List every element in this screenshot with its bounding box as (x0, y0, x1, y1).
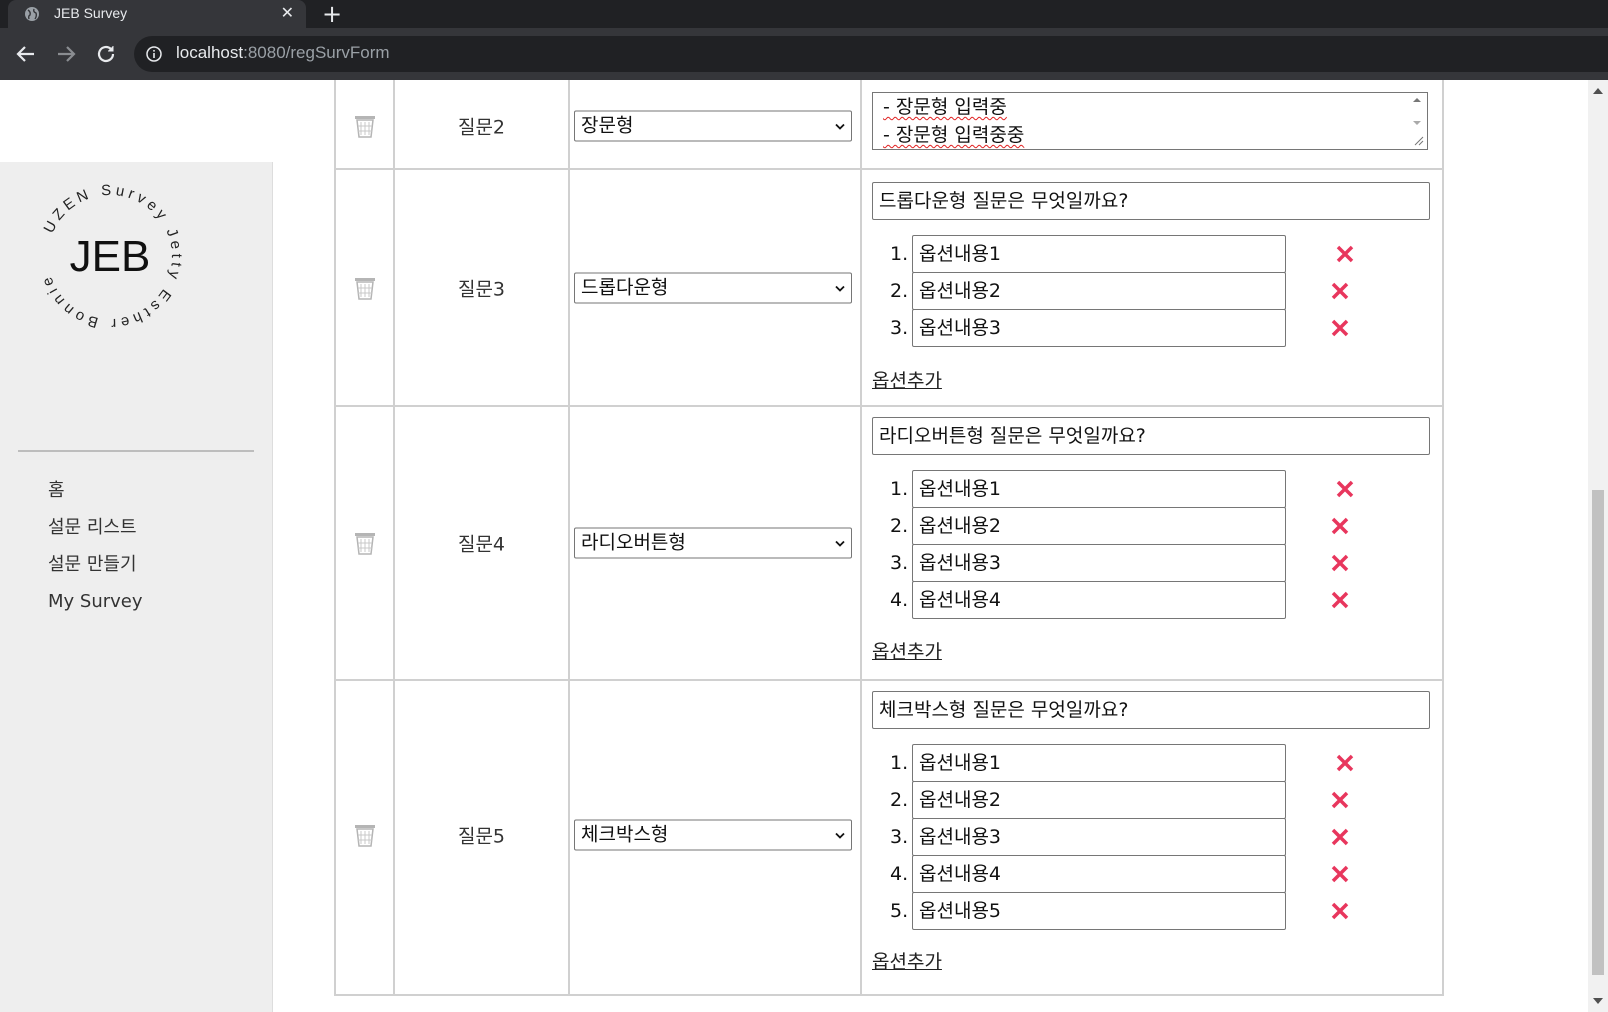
address-bar[interactable]: localhost:8080/regSurvForm (134, 36, 1608, 72)
option-input[interactable]: 옵션내용2 (912, 272, 1286, 310)
trash-icon[interactable] (354, 114, 376, 138)
chevron-down-icon (835, 832, 845, 839)
new-tab-icon[interactable]: + (322, 0, 342, 28)
delete-option-icon[interactable] (1330, 318, 1350, 338)
textarea-scrollbar[interactable] (1409, 95, 1425, 147)
question-type-select[interactable]: 드롭다운형 (574, 272, 852, 304)
page-content: UZEN Survey Jetty Esther Bonnie JEB 홈 설문… (0, 80, 1608, 1012)
back-arrow-icon[interactable] (14, 42, 38, 66)
svg-text:JEB: JEB (70, 232, 151, 281)
chevron-down-icon (835, 285, 845, 292)
delete-option-icon[interactable] (1335, 479, 1355, 499)
question-type-select[interactable]: 장문형 (574, 110, 852, 142)
question-type-select[interactable]: 라디오버튼형 (574, 527, 852, 559)
delete-option-icon[interactable] (1330, 790, 1350, 810)
question-table: 질문2 장문형 - 장문형 입력중 - 장문형 입력중중 질문3 드롭다운형 드… (334, 80, 1444, 996)
sidebar-item-my-survey[interactable]: My Survey (48, 583, 143, 620)
browser-toolbar: localhost:8080/regSurvForm (0, 28, 1608, 80)
sidebar-item-survey-list[interactable]: 설문 리스트 (48, 509, 143, 546)
forward-arrow-icon[interactable] (54, 42, 78, 66)
add-option-link[interactable]: 옵션추가 (872, 366, 942, 393)
scroll-down-arrow-icon[interactable] (1593, 998, 1603, 1004)
sidebar-divider (18, 450, 254, 452)
sidebar: UZEN Survey Jetty Esther Bonnie JEB 홈 설문… (0, 162, 273, 1012)
option-input[interactable]: 옵션내용3 (912, 309, 1286, 347)
trash-icon[interactable] (354, 531, 376, 555)
url-text: localhost:8080/regSurvForm (176, 43, 390, 62)
delete-option-icon[interactable] (1330, 281, 1350, 301)
browser-tab[interactable]: JEB Survey ✕ (8, 0, 306, 28)
delete-option-icon[interactable] (1335, 753, 1355, 773)
chevron-down-icon (835, 540, 845, 547)
delete-option-icon[interactable] (1330, 516, 1350, 536)
sidebar-item-create-survey[interactable]: 설문 만들기 (48, 546, 143, 583)
question-label: 질문3 (457, 278, 506, 301)
question-text-input[interactable]: 드롭다운형 질문은 무엇일까요? (872, 182, 1430, 220)
option-input[interactable]: 옵션내용1 (912, 235, 1286, 273)
question-row: 질문3 드롭다운형 드롭다운형 질문은 무엇일까요? 1. 옵션내용1 2. 옵… (336, 170, 1442, 407)
option-input[interactable]: 옵션내용1 (912, 470, 1286, 508)
add-option-link[interactable]: 옵션추가 (872, 947, 942, 974)
question-label: 질문5 (457, 825, 506, 848)
option-input[interactable]: 옵션내용1 (912, 744, 1286, 782)
trash-icon[interactable] (354, 276, 376, 300)
option-input[interactable]: 옵션내용2 (912, 507, 1286, 545)
scroll-up-arrow-icon[interactable] (1593, 88, 1603, 94)
option-input[interactable]: 옵션내용3 (912, 544, 1286, 582)
option-input[interactable]: 옵션내용2 (912, 781, 1286, 819)
question-label: 질문4 (457, 533, 506, 556)
tab-title: JEB Survey (54, 5, 128, 21)
question-text-input[interactable]: 라디오버튼형 질문은 무엇일까요? (872, 417, 1430, 455)
chevron-down-icon (835, 123, 845, 130)
option-input[interactable]: 옵션내용5 (912, 892, 1286, 930)
jeb-logo: UZEN Survey Jetty Esther Bonnie JEB (37, 182, 181, 332)
question-row: 질문5 체크박스형 체크박스형 질문은 무엇일까요? 1. 옵션내용1 2. 옵… (336, 681, 1442, 994)
delete-option-icon[interactable] (1330, 864, 1350, 884)
page-scrollbar[interactable] (1588, 80, 1608, 1012)
delete-option-icon[interactable] (1330, 827, 1350, 847)
scrollbar-thumb[interactable] (1592, 490, 1604, 975)
site-info-icon[interactable] (146, 46, 162, 62)
reload-icon[interactable] (94, 42, 118, 66)
delete-option-icon[interactable] (1330, 590, 1350, 610)
option-input[interactable]: 옵션내용3 (912, 818, 1286, 856)
browser-tab-strip: JEB Survey ✕ + (0, 0, 1608, 28)
question-row: 질문2 장문형 - 장문형 입력중 - 장문형 입력중중 (336, 80, 1442, 170)
add-option-link[interactable]: 옵션추가 (872, 637, 942, 664)
close-tab-icon[interactable]: ✕ (281, 3, 294, 22)
sidebar-item-home[interactable]: 홈 (48, 472, 143, 509)
option-input[interactable]: 옵션내용4 (912, 581, 1286, 619)
sidebar-menu: 홈 설문 리스트 설문 만들기 My Survey (48, 472, 143, 620)
delete-option-icon[interactable] (1330, 901, 1350, 921)
delete-option-icon[interactable] (1335, 244, 1355, 264)
delete-option-icon[interactable] (1330, 553, 1350, 573)
question-text-input[interactable]: 체크박스형 질문은 무엇일까요? (872, 691, 1430, 729)
question-label: 질문2 (457, 116, 506, 139)
globe-icon (25, 7, 39, 21)
option-input[interactable]: 옵션내용4 (912, 855, 1286, 893)
trash-icon[interactable] (354, 823, 376, 847)
question-type-select[interactable]: 체크박스형 (574, 819, 852, 851)
question-row: 질문4 라디오버튼형 라디오버튼형 질문은 무엇일까요? 1. 옵션내용1 2.… (336, 407, 1442, 681)
long-answer-textarea[interactable]: - 장문형 입력중 - 장문형 입력중중 (872, 92, 1428, 150)
